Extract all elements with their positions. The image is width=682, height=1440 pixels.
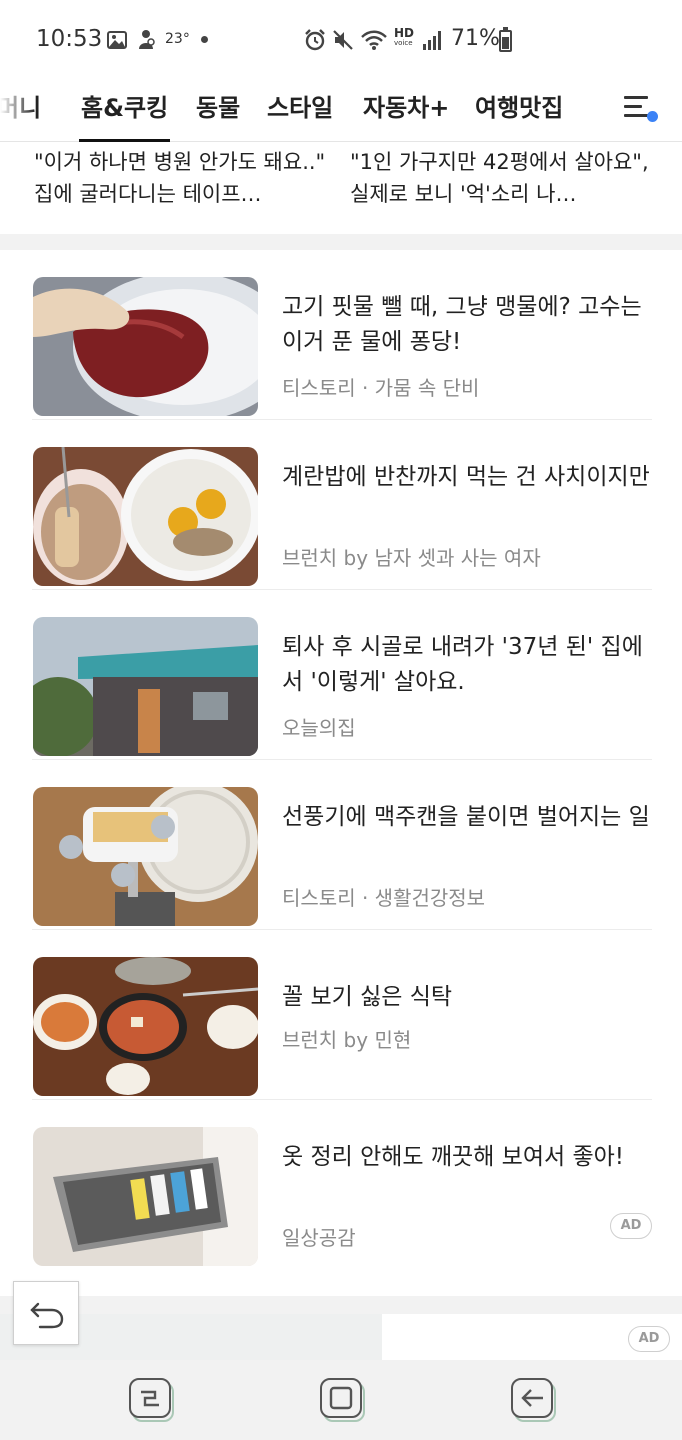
- article-title: 옷 정리 안해도 깨끗해 보여서 좋아!: [282, 1144, 625, 1170]
- top-story-link[interactable]: "1인 가구지만 42평에서 살아요", 실제로 보니 '억'소리 나…: [350, 146, 650, 212]
- tabs-left-fade: [0, 80, 36, 140]
- top-stories: "이거 하나면 병원 안가도 돼요.." 집에 굴러다니는 테이프… "1인 가…: [0, 142, 682, 234]
- voice-text: voice: [394, 39, 413, 47]
- menu-list-icon[interactable]: [616, 92, 662, 128]
- ad-badge: AD: [628, 1326, 670, 1352]
- wifi-icon: [360, 28, 388, 52]
- article-title: 계란밥에 반찬까지 먹는 건 사치이지만: [282, 464, 650, 490]
- top-story-link[interactable]: "이거 하나면 병원 안가도 돼요.." 집에 굴러다니는 테이프…: [34, 146, 334, 212]
- recents-icon[interactable]: [127, 1376, 175, 1422]
- article-source: 브런치 by 남자 셋과 사는 여자: [282, 546, 541, 570]
- person-notification-icon: [135, 28, 157, 52]
- status-time: 10:53: [36, 26, 103, 52]
- article-source: 오늘의집: [282, 716, 356, 740]
- article-title: 퇴사 후 시골로 내려가 '37년 된' 집에서 '이렇게' 살아요.: [282, 634, 643, 695]
- status-temperature: 23°: [165, 31, 190, 47]
- tab-travel-food[interactable]: 여행맛집: [475, 88, 563, 123]
- tab-cars[interactable]: 자동차+: [363, 88, 449, 123]
- tab-style[interactable]: 스타일: [267, 88, 333, 123]
- article-source: 브런치 by 민현: [282, 1028, 412, 1052]
- battery-percent: 71%: [451, 26, 500, 51]
- article-source: 티스토리 · 생활건강정보: [282, 886, 486, 910]
- mute-icon: [331, 28, 355, 52]
- back-arrow-icon[interactable]: [13, 1281, 79, 1345]
- article-card[interactable]: 꼴 보기 싫은 식탁 브런치 by 민현: [32, 930, 652, 1100]
- gallery-icon: [106, 28, 128, 52]
- section-divider: [0, 234, 682, 250]
- article-thumbnail: [33, 787, 258, 926]
- nav-back-icon[interactable]: [509, 1376, 557, 1422]
- category-tabs: 머니 홈&쿠킹 동물 스타일 자동차+ 여행맛집: [0, 80, 682, 142]
- ad-badge: AD: [610, 1213, 652, 1239]
- battery-icon: [499, 27, 512, 52]
- notification-dot: [647, 111, 658, 122]
- signal-icon: [423, 30, 441, 50]
- article-thumbnail: [33, 277, 258, 416]
- article-card-ad[interactable]: 옷 정리 안해도 깨끗해 보여서 좋아! 일상공감 AD: [32, 1100, 652, 1270]
- tabs-right-fade: [580, 80, 612, 140]
- system-nav-bar: [0, 1360, 682, 1440]
- article-thumbnail: [33, 957, 258, 1096]
- article-thumbnail: [33, 1127, 258, 1266]
- bottom-ad-strip[interactable]: AD: [0, 1296, 682, 1360]
- article-source: 일상공감: [282, 1226, 356, 1250]
- tab-home-cooking[interactable]: 홈&쿠킹: [78, 88, 171, 142]
- article-thumbnail: [33, 617, 258, 756]
- home-icon[interactable]: [318, 1376, 366, 1422]
- status-dot: [201, 36, 208, 43]
- article-title: 고기 핏물 뺄 때, 그냥 맹물에? 고수는 이거 푼 물에 퐁당!: [282, 294, 642, 355]
- article-feed: 고기 핏물 뺄 때, 그냥 맹물에? 고수는 이거 푼 물에 퐁당! 티스토리 …: [0, 250, 682, 1296]
- article-card[interactable]: 선풍기에 맥주캔을 붙이면 벌어지는 일 티스토리 · 생활건강정보: [32, 760, 652, 930]
- article-thumbnail: [33, 447, 258, 586]
- tab-animals[interactable]: 동물: [196, 88, 240, 123]
- article-title: 꼴 보기 싫은 식탁: [282, 984, 453, 1010]
- article-card[interactable]: 고기 핏물 뺄 때, 그냥 맹물에? 고수는 이거 푼 물에 퐁당! 티스토리 …: [32, 250, 652, 420]
- article-card[interactable]: 계란밥에 반찬까지 먹는 건 사치이지만 브런치 by 남자 셋과 사는 여자: [32, 420, 652, 590]
- status-bar: 10:53 23° HD voice 71%: [0, 0, 682, 80]
- article-card[interactable]: 퇴사 후 시골로 내려가 '37년 된' 집에서 '이렇게' 살아요. 오늘의집: [32, 590, 652, 760]
- article-source: 티스토리 · 가뭄 속 단비: [282, 376, 480, 400]
- alarm-icon: [303, 28, 327, 52]
- article-title: 선풍기에 맥주캔을 붙이면 벌어지는 일: [282, 804, 650, 830]
- network-hd-label: HD voice: [394, 27, 414, 48]
